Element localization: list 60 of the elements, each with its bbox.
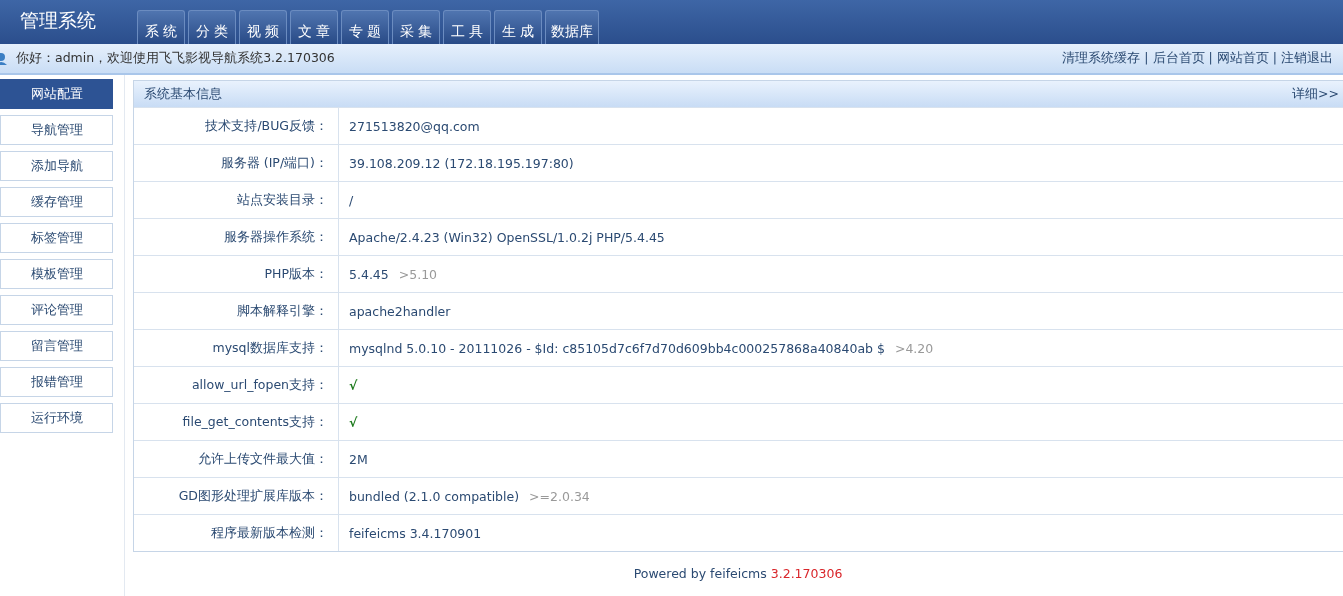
- row-value: /: [349, 192, 354, 208]
- separator: |: [1208, 50, 1213, 67]
- sidebar-item[interactable]: 运行环境: [0, 403, 113, 433]
- row-label: file_get_contents支持：: [134, 404, 339, 440]
- row-value: 39.108.209.12 (172.18.195.197:80): [349, 155, 574, 171]
- nav-tab[interactable]: 工 具: [443, 10, 491, 44]
- row-label: 脚本解释引擎：: [134, 293, 339, 329]
- row-label: 允许上传文件最大值：: [134, 441, 339, 477]
- header-link[interactable]: 注销退出: [1281, 50, 1333, 67]
- details-link[interactable]: 详细>>: [1292, 85, 1339, 103]
- row-value: 5.4.45: [349, 266, 389, 282]
- check-mark: √: [349, 414, 358, 430]
- nav-tab[interactable]: 生 成: [494, 10, 542, 44]
- nav-tab[interactable]: 专 题: [341, 10, 389, 44]
- row-label: 站点安装目录：: [134, 182, 339, 218]
- check-mark: √: [349, 377, 358, 393]
- row-label: PHP版本：: [134, 256, 339, 292]
- requirement-text: >5.10: [398, 266, 438, 282]
- header-link[interactable]: 清理系统缓存: [1062, 50, 1141, 67]
- row-value: feifeicms 3.4.170901: [349, 525, 482, 541]
- sidebar-item[interactable]: 添加导航: [0, 151, 113, 181]
- row-label: 技术支持/BUG反馈：: [134, 108, 339, 144]
- header-link[interactable]: 后台首页: [1152, 50, 1205, 67]
- nav-tab[interactable]: 分 类: [188, 10, 236, 44]
- nav-tab[interactable]: 文 章: [290, 10, 338, 44]
- sidebar-item[interactable]: 报错管理: [0, 367, 113, 397]
- row-value: Apache/2.4.23 (Win32) OpenSSL/1.0.2j PHP/5.4.45: [349, 229, 665, 245]
- row-label: allow_url_fopen支持：: [134, 367, 339, 403]
- separator: |: [1272, 50, 1277, 67]
- row-label: mysql数据库支持：: [134, 330, 339, 366]
- row-label: GD图形处理扩展库版本：: [134, 478, 339, 514]
- separator: |: [1144, 50, 1149, 67]
- row-value: 2M: [349, 451, 368, 467]
- version-text: 3.2.170306: [770, 566, 843, 581]
- sidebar-item[interactable]: 评论管理: [0, 295, 113, 325]
- footer-text: Powered by feifeicms: [633, 566, 767, 581]
- row-value: 271513820@qq.com: [349, 118, 480, 134]
- greeting-text: 你好：admin，欢迎使用飞飞影视导航系统3.2.170306: [16, 50, 335, 67]
- row-value: apache2handler: [349, 303, 451, 319]
- sidebar-item[interactable]: 模板管理: [0, 259, 113, 289]
- nav-tab[interactable]: 数据库: [545, 10, 599, 44]
- header-link[interactable]: 网站首页: [1216, 50, 1269, 67]
- row-label: 程序最新版本检测：: [134, 515, 339, 551]
- sidebar-item[interactable]: 标签管理: [0, 223, 113, 253]
- sidebar-item[interactable]: 留言管理: [0, 331, 113, 361]
- row-label: 服务器操作系统：: [134, 219, 339, 255]
- row-value: bundled (2.1.0 compatible): [349, 488, 520, 504]
- nav-tab[interactable]: 采 集: [392, 10, 440, 44]
- nav-tab[interactable]: 视 频: [239, 10, 287, 44]
- sidebar-item[interactable]: 缓存管理: [0, 187, 113, 217]
- row-value: mysqlnd 5.0.10 - 20111026 - $Id: c85105d7c6f7d70d609bb4c000257868a40840ab $: [349, 340, 885, 356]
- nav-tab[interactable]: 系 统: [137, 10, 185, 44]
- app-title: 管理系统: [19, 8, 97, 33]
- row-label: 服务器 (IP/端口)：: [134, 145, 339, 181]
- sidebar-item[interactable]: 网站配置: [0, 79, 113, 109]
- requirement-text: >=2.0.34: [529, 488, 590, 504]
- panel-title: 系统基本信息: [144, 85, 222, 103]
- sidebar-item[interactable]: 导航管理: [0, 115, 113, 145]
- user-icon: [0, 51, 8, 66]
- requirement-text: >4.20: [894, 340, 934, 356]
